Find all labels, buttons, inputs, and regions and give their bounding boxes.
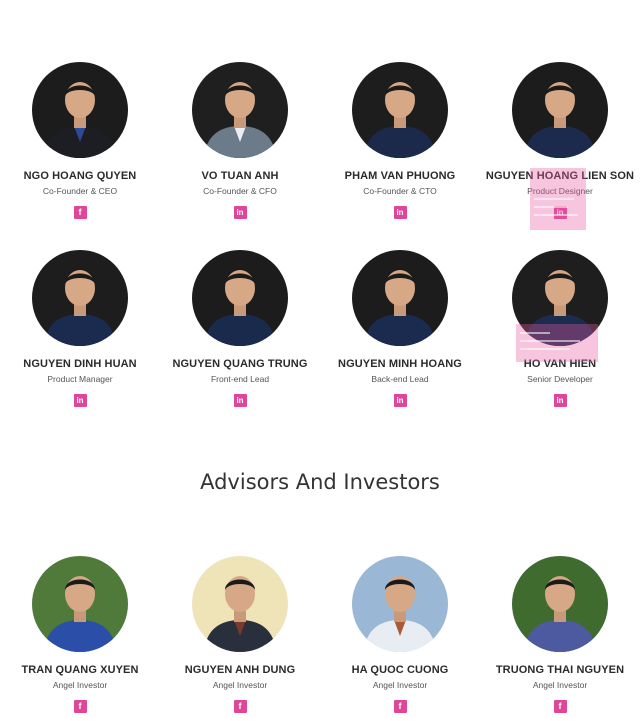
avatar: [512, 556, 608, 652]
avatar: [512, 62, 608, 158]
avatar: [32, 250, 128, 346]
member-name: VO TUAN ANH: [201, 170, 279, 182]
team-member-card: HA QUOC CUONG Angel Investor f: [320, 556, 480, 713]
member-name: NGUYEN QUANG TRUNG: [172, 358, 308, 370]
member-role: Front-end Lead: [210, 374, 270, 384]
avatar: [352, 250, 448, 346]
team-member-card: VO TUAN ANH Co-Founder & CFO in: [160, 62, 320, 219]
advisors-grid: TRAN QUANG XUYEN Angel Investor f NGUYEN AN…: [0, 556, 640, 713]
member-role: Back-end Lead: [371, 374, 429, 384]
avatar: [192, 250, 288, 346]
member-role: Co-Founder & CFO: [203, 186, 277, 196]
facebook-icon[interactable]: f: [73, 206, 87, 219]
avatar: [352, 556, 448, 652]
linkedin-icon[interactable]: in: [393, 206, 407, 219]
member-role: Product Manager: [47, 374, 113, 384]
member-role: Angel Investor: [212, 680, 268, 690]
linkedin-icon[interactable]: in: [393, 394, 407, 407]
linkedin-icon[interactable]: in: [73, 394, 87, 407]
hover-overlay: [516, 324, 598, 362]
team-member-card: NGUYEN MINH HOANG Back-end Lead in: [320, 250, 480, 407]
avatar: [352, 62, 448, 158]
team-member-card: TRAN QUANG XUYEN Angel Investor f: [0, 556, 160, 713]
member-name: NGUYEN DINH HUAN: [23, 358, 137, 370]
linkedin-icon[interactable]: in: [553, 394, 567, 407]
team-member-card: NGUYEN DINH HUAN Product Manager in: [0, 250, 160, 407]
member-role: Co-Founder & CTO: [363, 186, 437, 196]
member-role: Angel Investor: [372, 680, 428, 690]
avatar: [32, 62, 128, 158]
member-role: Angel Investor: [532, 680, 588, 690]
member-role: Senior Developer: [527, 374, 593, 384]
linkedin-icon[interactable]: in: [233, 394, 247, 407]
member-name: NGUYEN MINH HOANG: [338, 358, 462, 370]
linkedin-icon[interactable]: in: [233, 206, 247, 219]
section-title: Advisors And Investors: [200, 470, 440, 494]
team-member-card: NGUYEN QUANG TRUNG Front-end Lead in: [160, 250, 320, 407]
facebook-icon[interactable]: f: [233, 700, 247, 713]
team-member-card: NGO HOANG QUYEN Co-Founder & CEO f: [0, 62, 160, 219]
avatar: [192, 62, 288, 158]
member-name: NGO HOANG QUYEN: [23, 170, 137, 182]
member-name: TRAN QUANG XUYEN: [21, 664, 139, 676]
facebook-icon[interactable]: f: [393, 700, 407, 713]
member-role: Co-Founder & CEO: [42, 186, 118, 196]
avatar: [32, 556, 128, 652]
hover-overlay: [530, 168, 586, 230]
avatar: [192, 556, 288, 652]
member-name: HA QUOC CUONG: [351, 664, 449, 676]
member-name: NGUYEN ANH DUNG: [184, 664, 296, 676]
facebook-icon[interactable]: f: [553, 700, 567, 713]
facebook-icon[interactable]: f: [73, 700, 87, 713]
team-member-card: TRUONG THAI NGUYEN Angel Investor f: [480, 556, 640, 713]
member-name: PHAM VAN PHUONG: [344, 170, 456, 182]
member-name: TRUONG THAI NGUYEN: [495, 664, 625, 676]
team-member-card: NGUYEN ANH DUNG Angel Investor f: [160, 556, 320, 713]
member-role: Angel Investor: [52, 680, 108, 690]
team-member-card: PHAM VAN PHUONG Co-Founder & CTO in: [320, 62, 480, 219]
